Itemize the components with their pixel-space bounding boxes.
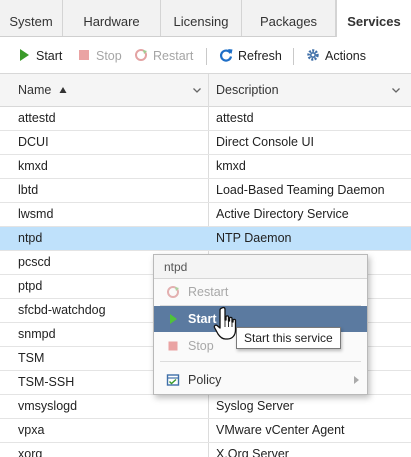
tab-hardware[interactable]: Hardware	[63, 0, 161, 36]
tab-services[interactable]: Services	[336, 0, 411, 37]
cell-service-description: Direct Console UI	[216, 135, 314, 149]
column-header-label: Name	[18, 83, 52, 97]
cell-service-description: kmxd	[216, 159, 246, 173]
restart-button[interactable]: Restart	[134, 48, 193, 64]
actions-label: Actions	[325, 49, 366, 63]
table-row[interactable]: lbtd Load-Based Teaming Daemon	[0, 179, 411, 203]
tab-label: Services	[347, 14, 401, 29]
table-row[interactable]: lwsmd Active Directory Service	[0, 203, 411, 227]
toolbar-divider	[293, 48, 294, 65]
cell-service-name: kmxd	[18, 159, 48, 173]
cell-service-name: vpxa	[18, 423, 45, 437]
cell-service-description: NTP Daemon	[216, 231, 292, 245]
tab-label: System	[9, 14, 53, 29]
cell-service-name: attestd	[18, 111, 56, 125]
cell-service-description: VMware vCenter Agent	[216, 423, 345, 437]
play-icon	[20, 49, 29, 61]
cell-service-description: X.Org Server	[216, 447, 289, 457]
restart-icon	[135, 49, 147, 61]
cell-service-description: Load-Based Teaming Daemon	[216, 183, 385, 197]
cell-service-name: lwsmd	[18, 207, 54, 221]
tab-packages[interactable]: Packages	[242, 0, 336, 36]
restart-label: Restart	[153, 49, 194, 63]
cell-service-description: Active Directory Service	[216, 207, 349, 221]
table-row[interactable]: attestd attestd	[0, 107, 411, 131]
sort-ascending-icon	[59, 87, 67, 93]
cell-service-name: vmsyslogd	[18, 399, 78, 413]
stop-button[interactable]: Stop	[77, 48, 122, 64]
menu-divider	[160, 361, 361, 362]
table-row[interactable]: DCUI Direct Console UI	[0, 131, 411, 155]
cell-service-name: DCUI	[18, 135, 49, 149]
cell-service-description: attestd	[216, 111, 254, 125]
toolbar-divider	[206, 48, 207, 65]
restart-icon	[167, 286, 179, 298]
menu-item-restart[interactable]: Restart	[154, 279, 367, 305]
tooltip: Start this service	[236, 327, 341, 349]
tab-bar: System Hardware Licensing Packages Servi…	[0, 0, 411, 37]
context-menu: ntpd Restart Start Stop Policy	[153, 254, 368, 395]
menu-item-label: Restart	[188, 285, 229, 299]
table-row[interactable]: ntpd NTP Daemon	[0, 227, 411, 251]
refresh-label: Refresh	[238, 49, 282, 63]
tab-label: Licensing	[173, 14, 229, 29]
refresh-icon	[220, 49, 233, 62]
table-row[interactable]: xorg X.Org Server	[0, 443, 411, 457]
column-header-label: Description	[216, 83, 279, 97]
play-icon	[170, 314, 177, 324]
stop-label: Stop	[96, 49, 122, 63]
table-row[interactable]: vmsyslogd Syslog Server	[0, 395, 411, 419]
column-header-description[interactable]: Description	[208, 74, 411, 106]
cell-service-name: lbtd	[18, 183, 39, 197]
toolbar: Start Stop Restart Refresh Actions	[0, 37, 411, 75]
actions-button[interactable]: Actions	[306, 48, 366, 64]
cell-service-description: Syslog Server	[216, 399, 294, 413]
table-row[interactable]: vpxa VMware vCenter Agent	[0, 419, 411, 443]
tab-label: Hardware	[83, 14, 140, 29]
cell-service-name: xorg	[18, 447, 43, 457]
chevron-down-icon[interactable]	[391, 85, 401, 95]
tab-system[interactable]: System	[0, 0, 63, 36]
tab-label: Packages	[259, 14, 318, 29]
grid-header: Name Description	[0, 74, 411, 107]
menu-item-label: Policy	[188, 373, 222, 387]
refresh-button[interactable]: Refresh	[219, 48, 282, 64]
tab-licensing[interactable]: Licensing	[161, 0, 242, 36]
table-row[interactable]: kmxd kmxd	[0, 155, 411, 179]
context-menu-title: ntpd	[154, 255, 367, 279]
start-label: Start	[36, 49, 63, 63]
column-header-name[interactable]: Name	[0, 74, 208, 106]
menu-item-policy[interactable]: Policy	[154, 367, 367, 393]
stop-icon	[79, 50, 89, 60]
start-button[interactable]: Start	[17, 48, 62, 64]
chevron-down-icon[interactable]	[192, 85, 202, 95]
policy-icon	[166, 374, 180, 386]
gear-icon	[307, 49, 319, 61]
hand-cursor-icon	[213, 306, 237, 340]
menu-item-label: Stop	[188, 339, 214, 353]
cell-service-name: ntpd	[18, 231, 43, 245]
submenu-arrow-icon	[354, 376, 359, 384]
stop-icon	[168, 341, 178, 351]
